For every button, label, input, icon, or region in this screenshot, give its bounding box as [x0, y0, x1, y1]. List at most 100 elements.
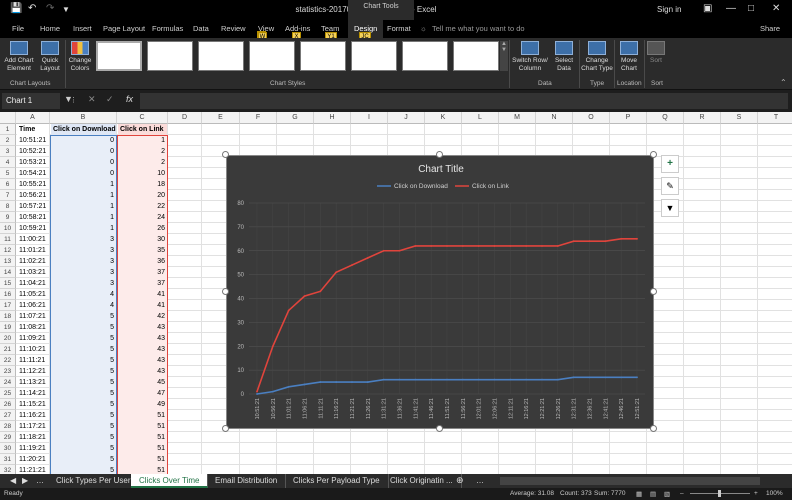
- row-header[interactable]: 5: [0, 168, 16, 179]
- table-cell[interactable]: 11:09:21: [17, 333, 49, 344]
- zoom-out-icon[interactable]: –: [680, 490, 684, 497]
- sheet-tab-clicks-over-time[interactable]: Clicks Over Time: [131, 474, 209, 488]
- chart-style-7[interactable]: [402, 41, 448, 71]
- row-header[interactable]: 18: [0, 311, 16, 322]
- table-cell[interactable]: 3: [51, 267, 116, 278]
- table-cell[interactable]: 30: [118, 234, 167, 245]
- table-cell[interactable]: 10:59:21: [17, 223, 49, 234]
- table-cell[interactable]: 20: [118, 190, 167, 201]
- horizontal-scrollbar[interactable]: [500, 477, 760, 485]
- more-sheets-left-icon[interactable]: …: [36, 476, 44, 485]
- row-header[interactable]: 11: [0, 234, 16, 245]
- table-cell[interactable]: 4: [51, 300, 116, 311]
- switch-row-column-button[interactable]: Switch Row/ Column: [511, 41, 549, 73]
- chart-resize-handle[interactable]: [436, 425, 443, 432]
- row-header[interactable]: 21: [0, 344, 16, 355]
- table-cell[interactable]: 51: [118, 410, 167, 421]
- row-header[interactable]: 1: [0, 124, 16, 135]
- table-cell[interactable]: 11:00:21: [17, 234, 49, 245]
- column-header[interactable]: F: [240, 112, 277, 124]
- tab-format[interactable]: Format: [387, 24, 411, 33]
- table-cell[interactable]: 11:13:21: [17, 377, 49, 388]
- row-header[interactable]: 31: [0, 454, 16, 465]
- table-cell[interactable]: 11:03:21: [17, 267, 49, 278]
- sort-button[interactable]: Sort: [646, 41, 666, 65]
- scroll-left-icon[interactable]: ◀: [10, 476, 16, 485]
- table-cell[interactable]: 5: [51, 432, 116, 443]
- row-header[interactable]: 12: [0, 245, 16, 256]
- table-cell[interactable]: 18: [118, 179, 167, 190]
- line-chart[interactable]: Chart Title Click on Download Click on Lin…: [226, 155, 654, 429]
- maximize-icon[interactable]: □: [748, 3, 754, 14]
- column-header[interactable]: E: [202, 112, 240, 124]
- table-cell[interactable]: 11:02:21: [17, 256, 49, 267]
- share-button[interactable]: Share: [760, 24, 780, 33]
- tab-formulas[interactable]: Formulas: [152, 24, 183, 33]
- more-sheets-right-icon[interactable]: …: [476, 476, 484, 485]
- column-header[interactable]: B: [50, 112, 117, 124]
- sheet-tab-email-distribution[interactable]: Email Distribution: [207, 474, 287, 488]
- column-header[interactable]: O: [573, 112, 610, 124]
- table-cell[interactable]: 3: [51, 256, 116, 267]
- table-cell[interactable]: 5: [51, 410, 116, 421]
- table-cell[interactable]: 10:52:21: [17, 146, 49, 157]
- table-cell[interactable]: 51: [118, 465, 167, 474]
- table-cell[interactable]: 1: [51, 179, 116, 190]
- table-cell[interactable]: 43: [118, 322, 167, 333]
- table-cell[interactable]: 11:20:21: [17, 454, 49, 465]
- row-header[interactable]: 13: [0, 256, 16, 267]
- column-header[interactable]: M: [499, 112, 536, 124]
- row-header[interactable]: 20: [0, 333, 16, 344]
- table-cell[interactable]: 5: [51, 465, 116, 474]
- chart-resize-handle[interactable]: [222, 151, 229, 158]
- row-header[interactable]: 3: [0, 146, 16, 157]
- row-header[interactable]: 15: [0, 278, 16, 289]
- table-cell[interactable]: 0: [51, 135, 116, 146]
- enter-icon[interactable]: ✓: [106, 94, 114, 105]
- change-colors-button[interactable]: Change Colors: [66, 41, 94, 73]
- table-cell[interactable]: 0: [51, 157, 116, 168]
- table-cell[interactable]: 11:19:21: [17, 443, 49, 454]
- row-header[interactable]: 2: [0, 135, 16, 146]
- column-header[interactable]: N: [536, 112, 573, 124]
- table-cell[interactable]: 11:01:21: [17, 245, 49, 256]
- table-cell[interactable]: 51: [118, 454, 167, 465]
- row-header[interactable]: 9: [0, 212, 16, 223]
- column-header[interactable]: G: [277, 112, 314, 124]
- header-cell[interactable]: Click on Link: [118, 124, 167, 135]
- chart-styles-scroll[interactable]: ▲ ▼: [500, 41, 508, 71]
- table-cell[interactable]: 11:16:21: [17, 410, 49, 421]
- table-cell[interactable]: 45: [118, 377, 167, 388]
- insert-function-icon[interactable]: fx: [126, 94, 133, 104]
- table-cell[interactable]: 49: [118, 399, 167, 410]
- row-header[interactable]: 8: [0, 201, 16, 212]
- table-cell[interactable]: 1: [51, 190, 116, 201]
- chart-elements-button[interactable]: +: [661, 155, 679, 173]
- table-cell[interactable]: 10:58:21: [17, 212, 49, 223]
- row-header[interactable]: 6: [0, 179, 16, 190]
- table-cell[interactable]: 24: [118, 212, 167, 223]
- table-cell[interactable]: 11:07:21: [17, 311, 49, 322]
- close-icon[interactable]: ✕: [772, 3, 780, 14]
- table-cell[interactable]: 36: [118, 256, 167, 267]
- table-cell[interactable]: 22: [118, 201, 167, 212]
- column-header[interactable]: L: [462, 112, 499, 124]
- header-cell[interactable]: Click on Download: [51, 124, 116, 135]
- table-cell[interactable]: 5: [51, 366, 116, 377]
- column-header[interactable]: H: [314, 112, 351, 124]
- chart-resize-handle[interactable]: [650, 151, 657, 158]
- table-cell[interactable]: 5: [51, 377, 116, 388]
- table-cell[interactable]: 1: [51, 201, 116, 212]
- table-cell[interactable]: 43: [118, 366, 167, 377]
- chart-style-1[interactable]: [96, 41, 142, 71]
- table-cell[interactable]: 10: [118, 168, 167, 179]
- select-all-corner[interactable]: [0, 112, 16, 124]
- table-cell[interactable]: 41: [118, 289, 167, 300]
- row-header[interactable]: 4: [0, 157, 16, 168]
- table-cell[interactable]: 5: [51, 322, 116, 333]
- tell-me-input[interactable]: Tell me what you want to do: [432, 24, 525, 33]
- normal-view-icon[interactable]: ▦: [636, 490, 642, 498]
- column-header[interactable]: S: [721, 112, 758, 124]
- sheet-tab-click-originating[interactable]: Click Originatin ...: [382, 474, 462, 488]
- chart-filters-icon[interactable]: ▼: [661, 199, 679, 217]
